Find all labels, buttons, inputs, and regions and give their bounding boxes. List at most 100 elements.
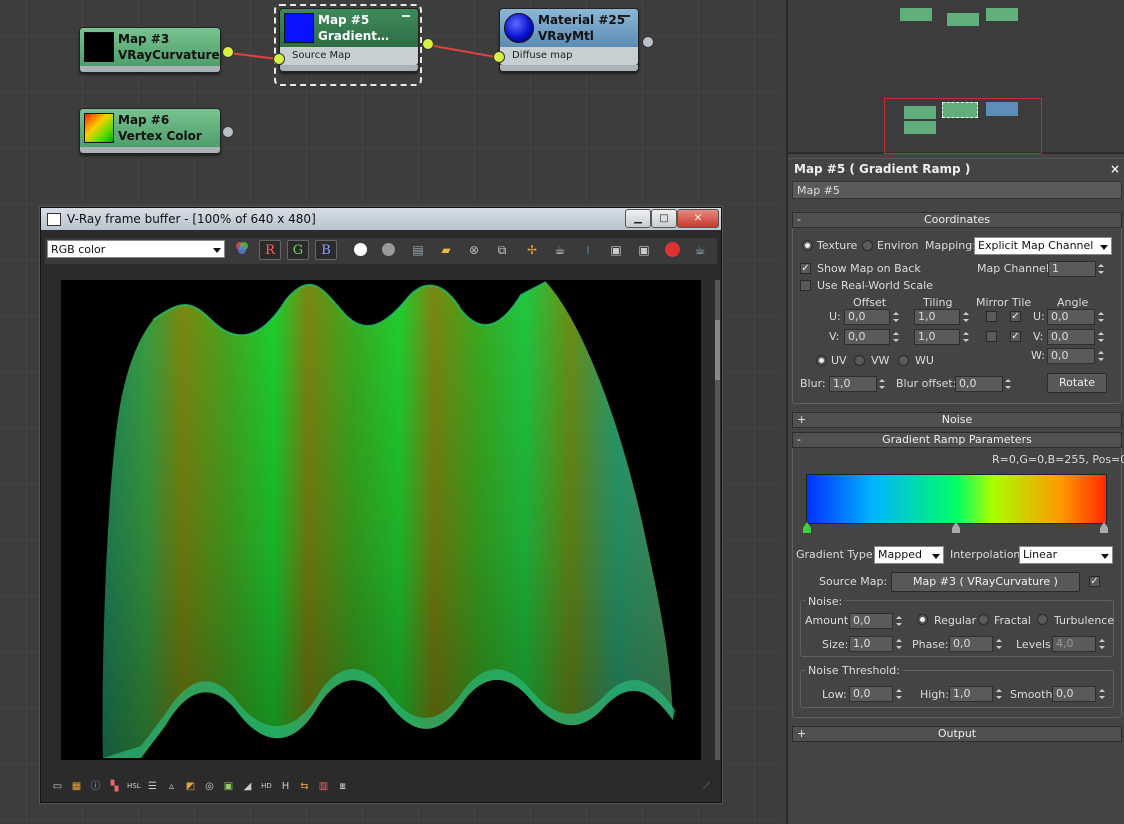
angle-u-arrows[interactable] [1096,309,1106,325]
vray-frame-buffer-window[interactable]: V-Ray frame buffer - [100% of 640 x 480]… [40,207,722,803]
ramp-flag-end-base[interactable] [1100,528,1108,533]
tiling-u-arrows[interactable] [961,309,971,325]
tiling-v-spinner[interactable]: 1,0 [914,329,960,345]
node-map5[interactable]: Map #5 Gradient… Source Map [279,8,419,72]
resize-grip-icon[interactable]: ⟋ [700,780,713,793]
track-mouse-icon[interactable]: ✢ [521,240,543,260]
angle-w-arrows[interactable] [1096,348,1106,364]
source-map-checkbox[interactable]: ✓ [1089,576,1100,587]
offset-v-arrows[interactable] [891,329,901,345]
close-button[interactable]: ✕ [677,209,719,228]
map5-output-port[interactable] [422,38,434,50]
map5-input-port[interactable] [273,53,285,65]
map3-output-port[interactable] [222,46,234,58]
environ-radio[interactable] [862,240,873,251]
map-channel-arrows[interactable] [1096,261,1106,277]
blue-channel-button[interactable]: B [315,240,337,260]
offset-u-arrows[interactable] [891,309,901,325]
levels-icon[interactable]: ☰ [146,780,159,793]
duplicate-to-vfb-icon[interactable]: ⧉ [491,240,513,260]
tile-u-checkbox[interactable]: ✓ [1010,311,1021,322]
load-image-icon[interactable]: ▰ [435,240,457,260]
ab-compare-icon[interactable]: ⧘ [577,240,599,260]
texture-radio[interactable] [802,240,813,251]
mono-gray-icon[interactable] [377,240,399,260]
blur-arrows[interactable] [877,376,887,392]
display-color-icon[interactable]: ▭ [51,780,64,793]
red-channel-button[interactable]: R [259,240,281,260]
phase-spinner[interactable]: 0,0 [949,636,993,652]
render-last-icon[interactable]: ▣ [633,240,655,260]
phase-arrows[interactable] [994,636,1004,652]
background-icon[interactable]: ▣ [222,780,235,793]
color-channels-icon[interactable] [231,240,253,260]
size-arrows[interactable] [894,636,904,652]
hsl-icon[interactable]: HSL [127,780,141,793]
green-channel-button[interactable]: G [287,240,309,260]
uv-radio[interactable] [816,355,827,366]
tiling-u-spinner[interactable]: 1,0 [914,309,960,325]
map-name-field[interactable]: Map #5 [792,181,1122,199]
show-map-on-back-checkbox[interactable]: ✓ [800,263,811,274]
color-corrections-icon[interactable]: ▚ [108,780,121,793]
high-arrows[interactable] [994,686,1004,702]
ramp-flag-start-base[interactable] [803,528,811,533]
interpolation-dropdown[interactable]: Linear [1019,546,1113,564]
blur-offset-arrows[interactable] [1003,376,1013,392]
low-arrows[interactable] [894,686,904,702]
map-channel-spinner[interactable]: 1 [1048,261,1096,277]
node-map6[interactable]: Map #6 Vertex Color [79,108,221,154]
compare-icon[interactable]: ▥ [317,780,330,793]
navigator[interactable] [788,0,1124,154]
clear-image-icon[interactable]: ⊗ [463,240,485,260]
amount-spinner[interactable]: 0,0 [849,613,893,629]
collapse-icon[interactable] [402,15,410,17]
levels-spinner[interactable]: 4,0 [1052,636,1096,652]
gradient-type-dropdown[interactable]: Mapped [874,546,944,564]
fractal-radio[interactable] [978,614,989,625]
stamp-icon[interactable]: ◢ [241,780,254,793]
angle-v-spinner[interactable]: 0,0 [1047,329,1095,345]
amount-arrows[interactable] [894,613,904,629]
rollout-output[interactable]: + Output [792,726,1122,742]
levels-arrows[interactable] [1097,636,1107,652]
node-material25[interactable]: Material #25 VRayMtl Diffuse map [499,8,639,72]
gradient-ramp-bar[interactable] [806,474,1107,524]
angle-w-spinner[interactable]: 0,0 [1047,348,1095,364]
high-spinner[interactable]: 1,0 [949,686,993,702]
vfb-titlebar[interactable]: V-Ray frame buffer - [100% of 640 x 480]… [41,208,721,230]
history-icon[interactable]: ▦ [70,780,83,793]
mirror-u-checkbox[interactable] [986,311,997,322]
tiling-v-arrows[interactable] [961,329,971,345]
link-to-vfb-icon[interactable]: ▣ [605,240,627,260]
info-icon[interactable]: ⓘ [89,780,102,793]
source-map-button[interactable]: Map #3 ( VRayCurvature ) [891,572,1080,592]
close-icon[interactable]: × [1110,159,1120,179]
stop-render-icon[interactable] [661,240,683,260]
minimize-button[interactable]: ▁ [625,209,651,228]
regular-radio[interactable] [917,614,928,625]
collapse-icon[interactable] [622,15,630,17]
mapping-dropdown[interactable]: Explicit Map Channel [974,237,1112,255]
vfb-scrollbar[interactable] [715,280,720,760]
node-editor-canvas[interactable]: Map #3 VRayCurvature Map #6 Vertex Color… [0,0,782,824]
region-render-icon[interactable]: ☕ [549,240,571,260]
map6-output-port[interactable] [222,126,234,138]
ramp-flag-mid-base[interactable] [952,528,960,533]
render-viewport[interactable] [61,280,701,760]
material-output-port[interactable] [642,36,654,48]
wu-radio[interactable] [898,355,909,366]
rollout-noise[interactable]: + Noise [792,412,1122,428]
vw-radio[interactable] [854,355,865,366]
material-input-port[interactable] [493,51,505,63]
lut-icon[interactable]: ◎ [203,780,216,793]
blur-spinner[interactable]: 1,0 [829,376,877,392]
channel-select[interactable]: RGB color [47,240,225,258]
mono-white-icon[interactable] [349,240,371,260]
real-world-scale-checkbox[interactable] [800,280,811,291]
angle-u-spinner[interactable]: 0,0 [1047,309,1095,325]
rotate-button[interactable]: Rotate [1047,373,1107,393]
histogram-icon[interactable]: HD [260,780,273,793]
flip-icon[interactable]: ⇆ [298,780,311,793]
turbulence-radio[interactable] [1037,614,1048,625]
